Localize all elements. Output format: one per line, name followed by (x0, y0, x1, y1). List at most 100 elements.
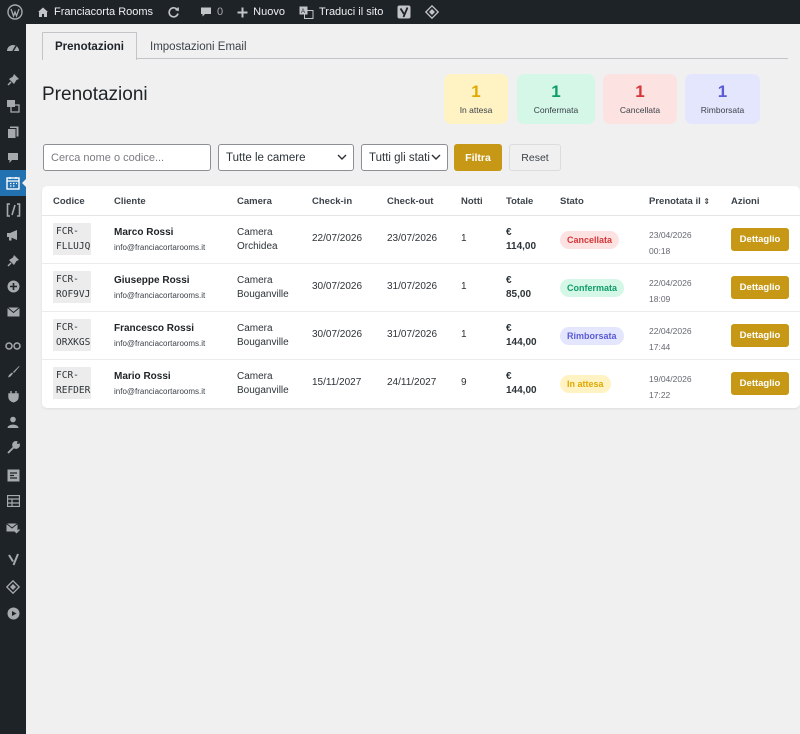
customer-email: info@franciacortarooms.it (114, 291, 206, 300)
comments-menu[interactable] (0, 145, 26, 171)
play-menu[interactable] (0, 600, 26, 626)
diamond-icon (6, 580, 20, 594)
table-row: FCR- ORXKGS Francesco Rossi info@franciac… (42, 312, 800, 360)
pin-icon (6, 73, 19, 86)
table-menu[interactable] (0, 488, 26, 514)
tools-menu[interactable] (0, 434, 26, 460)
checkout-date: 24/11/2027 (387, 377, 437, 388)
marketing-menu[interactable] (0, 222, 26, 248)
stat-card-confirmed: 1 Confermata (517, 74, 595, 124)
customer-name: Marco Rossi (114, 227, 174, 238)
th-prenotata-il[interactable]: Prenotata il ⇕ (649, 196, 710, 207)
customer-email: info@franciacortarooms.it (114, 387, 206, 396)
booked-on: 19/04/2026 17:22 (649, 374, 692, 400)
comments-icon (201, 7, 212, 17)
stat-count: 1 (635, 82, 645, 101)
th-codice[interactable]: Codice (53, 196, 85, 207)
th-prenotata-il-label: Prenotata il (649, 196, 701, 207)
updates-link[interactable] (160, 0, 187, 24)
dashboard-menu[interactable] (0, 34, 26, 60)
comments-icon (8, 153, 18, 163)
status-badge: Cancellata (560, 231, 620, 249)
detail-button[interactable]: Dettaglio (731, 372, 789, 395)
th-camera[interactable]: Camera (237, 196, 272, 207)
nights: 1 (461, 329, 467, 340)
new-content-link[interactable]: Nuovo (230, 0, 292, 24)
booking-code: FCR- REFDER (53, 367, 91, 399)
posts-menu[interactable] (0, 66, 26, 92)
comments-link[interactable]: 0 (193, 0, 230, 24)
yoast-menu[interactable] (0, 546, 26, 572)
settings-menu[interactable] (0, 462, 26, 488)
new-label: Nuovo (253, 6, 285, 18)
add-menu[interactable] (0, 273, 26, 299)
th-notti[interactable]: Notti (461, 196, 483, 207)
loop-menu[interactable] (0, 333, 26, 359)
users-menu[interactable] (0, 409, 26, 435)
stat-label: Confermata (533, 105, 579, 115)
customer-email: info@franciacortarooms.it (114, 339, 206, 348)
appearance-menu[interactable] (0, 358, 26, 384)
wordpress-logo[interactable] (0, 0, 30, 24)
nights: 1 (461, 281, 467, 292)
mail-check-icon (6, 522, 20, 533)
mail-menu[interactable] (0, 299, 26, 325)
detail-button[interactable]: Dettaglio (731, 228, 789, 251)
pages-menu[interactable] (0, 119, 26, 145)
status-select-value: Tutti gli stati (369, 151, 430, 164)
media-menu[interactable] (0, 93, 26, 119)
customer-name: Francesco Rossi (114, 323, 195, 334)
mail-icon (6, 307, 20, 317)
comments-count: 0 (217, 6, 224, 18)
th-totale[interactable]: Totale (506, 196, 533, 207)
bookings-menu[interactable] (0, 170, 27, 196)
table-icon (6, 495, 20, 507)
customer-name: Mario Rossi (114, 371, 171, 382)
checkout-date: 23/07/2026 (387, 233, 438, 244)
reset-button[interactable]: Reset (509, 144, 561, 171)
total: €85,00 (506, 275, 532, 300)
diamond-menu[interactable] (0, 574, 26, 600)
th-stato[interactable]: Stato (560, 196, 584, 207)
booking-code: FCR- ORXKGS (53, 319, 91, 351)
status-badge: In attesa (560, 375, 611, 393)
room-select[interactable]: Tutte le camere (218, 144, 354, 171)
diamond-link[interactable] (418, 0, 446, 24)
total: €144,00 (506, 371, 537, 396)
plugins-menu[interactable] (0, 383, 26, 409)
shortcode-icon (6, 203, 20, 217)
table-row: FCR- REFDER Mario Rossi info@franciacorta… (42, 360, 800, 408)
stat-label: Rimborsata (700, 105, 745, 115)
tab-impostazioni-email[interactable]: Impostazioni Email (137, 32, 260, 60)
detail-button[interactable]: Dettaglio (731, 324, 789, 347)
home-icon (38, 7, 48, 17)
settings-icon (7, 469, 19, 481)
translate-icon: A (299, 6, 314, 19)
search-input[interactable]: Cerca nome o codice... (43, 144, 211, 171)
stat-count: 1 (551, 82, 561, 101)
main-content: Prenotazioni Impostazioni Email Prenotaz… (26, 24, 800, 734)
table-header: Codice Cliente Camera Check-in Check-out… (42, 186, 800, 216)
chevron-down-icon (431, 154, 441, 160)
mail-check-menu[interactable] (0, 515, 26, 541)
media-icon (7, 100, 20, 113)
total: €144,00 (506, 323, 537, 348)
pin-menu[interactable] (0, 247, 26, 273)
stat-count: 1 (717, 82, 728, 101)
detail-button[interactable]: Dettaglio (731, 276, 789, 299)
yoast-link[interactable] (390, 0, 418, 24)
stat-card-refunded: 1 Rimborsata (685, 74, 760, 124)
th-azioni: Azioni (731, 196, 760, 207)
tab-prenotazioni[interactable]: Prenotazioni (42, 32, 138, 60)
filter-button[interactable]: Filtra (454, 144, 502, 171)
site-name-link[interactable]: Franciacorta Rooms (30, 0, 160, 24)
status-select[interactable]: Tutti gli stati (361, 144, 448, 171)
checkout-date: 31/07/2026 (387, 329, 438, 340)
th-cliente[interactable]: Cliente (114, 196, 146, 207)
translate-site-link[interactable]: A Traduci il sito (292, 0, 390, 24)
shortcode-menu[interactable] (0, 197, 26, 223)
th-checkin[interactable]: Check-in (312, 196, 352, 207)
th-checkout[interactable]: Check-out (387, 196, 433, 207)
checkin-date: 15/11/2027 (312, 377, 362, 388)
checkin-date: 30/07/2026 (312, 281, 363, 292)
